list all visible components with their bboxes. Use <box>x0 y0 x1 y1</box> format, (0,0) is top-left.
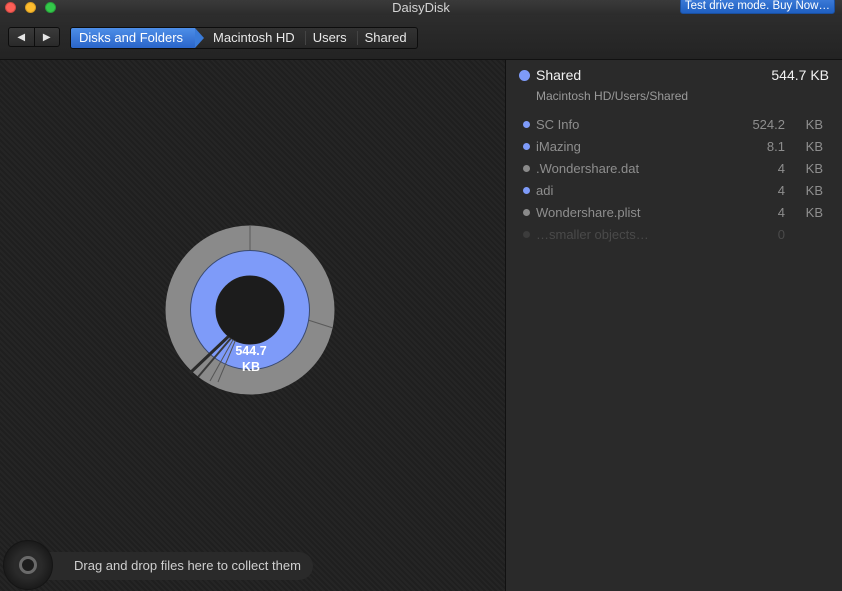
center-size-label: 544.7 KB <box>216 343 286 375</box>
list-item[interactable]: iMazing 8.1 KB <box>519 137 825 159</box>
item-name: adi <box>536 183 554 198</box>
item-unit: KB <box>805 117 823 132</box>
breadcrumb-shared[interactable]: Shared <box>356 28 417 48</box>
toolbar: ◀ ▶ Disks and Folders Macintosh HD Users… <box>0 15 842 60</box>
breadcrumb: Disks and Folders Macintosh HD Users Sha… <box>70 27 418 49</box>
collector-drop-zone[interactable]: Drag and drop files here to collect them <box>10 552 313 580</box>
current-folder-size: 544.7 KB <box>771 67 829 83</box>
breadcrumb-macintosh-hd[interactable]: Macintosh HD <box>195 28 305 48</box>
folder-dot-icon <box>523 187 530 194</box>
list-item[interactable]: SC Info 524.2 KB <box>519 115 825 137</box>
list-item[interactable]: adi 4 KB <box>519 181 825 203</box>
item-unit: KB <box>805 161 823 176</box>
folder-dot-icon <box>523 143 530 150</box>
folder-dot-icon <box>523 121 530 128</box>
navigation-buttons: ◀ ▶ <box>8 27 60 47</box>
back-arrow-icon: ◀ <box>17 31 26 43</box>
center-size-unit: KB <box>241 360 261 374</box>
item-size: 4 <box>777 161 785 176</box>
file-dot-icon <box>523 165 530 172</box>
item-size: 0 <box>777 227 785 242</box>
item-unit: KB <box>805 183 823 198</box>
item-name: Wondershare.plist <box>536 205 641 220</box>
breadcrumb-users[interactable]: Users <box>304 28 357 48</box>
current-folder-path: Macintosh HD/Users/Shared <box>536 89 689 103</box>
item-size: 4 <box>777 183 785 198</box>
item-unit: KB <box>805 139 823 154</box>
file-dot-icon <box>523 209 530 216</box>
forward-arrow-icon: ▶ <box>42 31 51 43</box>
smaller-objects-dot-icon <box>523 231 530 238</box>
item-name: …smaller objects… <box>536 227 649 242</box>
item-name: SC Info <box>536 117 580 132</box>
current-folder-name: Shared <box>536 67 582 83</box>
list-item[interactable]: .Wondershare.dat 4 KB <box>519 159 825 181</box>
current-folder-header: Shared 544.7 KB <box>519 67 829 85</box>
item-size: 524.2 <box>752 117 785 132</box>
collector-icon <box>19 556 37 574</box>
forward-button[interactable]: ▶ <box>33 28 60 46</box>
back-button[interactable]: ◀ <box>9 28 34 46</box>
buy-now-button[interactable]: Test drive mode. Buy Now… <box>679 0 835 14</box>
list-item-smaller-objects[interactable]: …smaller objects… 0 <box>519 225 825 247</box>
item-size: 4 <box>777 205 785 220</box>
folder-color-dot <box>519 70 530 81</box>
item-unit: KB <box>805 205 823 220</box>
list-item[interactable]: Wondershare.plist 4 KB <box>519 203 825 225</box>
details-pane: Shared 544.7 KB Macintosh HD/Users/Share… <box>505 60 842 591</box>
center-size-value: 544.7 <box>235 344 267 358</box>
contents-list: SC Info 524.2 KB iMazing 8.1 KB .Wonders… <box>519 115 825 247</box>
breadcrumb-disks-and-folders[interactable]: Disks and Folders <box>71 28 205 48</box>
disk-usage-sunburst[interactable] <box>160 225 340 405</box>
item-name: .Wondershare.dat <box>536 161 640 176</box>
title-bar: DaisyDisk Test drive mode. Buy Now… <box>0 0 842 15</box>
collector-button[interactable] <box>3 540 53 590</box>
item-size: 8.1 <box>766 139 785 154</box>
center-disc[interactable] <box>216 276 284 344</box>
disk-map-pane: 544.7 KB Drag and drop files here to col… <box>0 60 505 591</box>
item-name: iMazing <box>536 139 581 154</box>
